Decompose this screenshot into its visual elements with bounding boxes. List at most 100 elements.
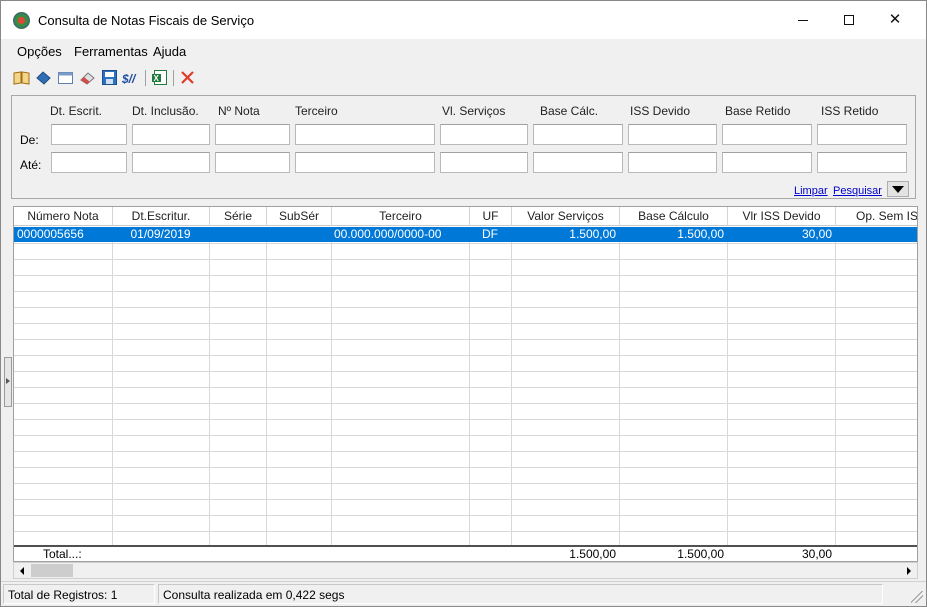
n-nota-to-field[interactable] <box>215 152 290 173</box>
open-book-icon[interactable] <box>13 69 30 86</box>
cell-uf: DF <box>482 227 498 241</box>
totals-base-calculo: 1.500,00 <box>677 547 724 561</box>
cell-serie <box>209 227 266 242</box>
window-icon[interactable] <box>57 69 74 86</box>
table-row[interactable]: 0000005656 01/09/2019 00.000.000/0000-00… <box>14 227 917 242</box>
menu-ferramentas[interactable]: Ferramentas <box>74 44 148 59</box>
header-valor-servicos[interactable]: Valor Serviços <box>512 207 620 226</box>
grid-row-line <box>14 307 917 308</box>
scroll-right-icon[interactable] <box>900 563 917 578</box>
menu-opcoes[interactable]: Opções <box>17 44 62 59</box>
terceiro-to-field[interactable] <box>295 152 435 173</box>
close-red-icon[interactable] <box>179 69 196 86</box>
dt-escrit-from-field[interactable] <box>51 124 127 145</box>
iss-devido-from-field[interactable] <box>628 124 717 145</box>
vl-servicos-to-field[interactable] <box>440 152 528 173</box>
base-calc-from-field[interactable] <box>533 124 623 145</box>
header-base-calculo[interactable]: Base Cálculo <box>620 207 728 226</box>
grid-row-line <box>14 435 917 436</box>
header-numero-nota[interactable]: Número Nota <box>14 207 113 226</box>
toolbar: $// X <box>9 67 309 89</box>
grid-row-line <box>14 323 917 324</box>
cell-numero-nota: 0000005656 <box>17 227 84 241</box>
grid-row-line <box>14 515 917 516</box>
app-icon <box>13 12 30 29</box>
header-subser[interactable]: SubSér <box>267 207 332 226</box>
grid-row-line <box>14 483 917 484</box>
search-link[interactable]: Pesquisar <box>833 185 882 197</box>
filter-label-dt-escrit: Dt. Escrit. <box>50 104 103 118</box>
maximize-button[interactable] <box>826 1 872 39</box>
grid-row-line <box>14 467 917 468</box>
status-query-time: Consulta realizada em 0,422 segs <box>158 584 883 604</box>
toolbar-separator <box>173 70 174 86</box>
header-vlr-iss-devido[interactable]: Vlr ISS Devido <box>728 207 836 226</box>
grid-row-line <box>14 339 917 340</box>
cell-subser <box>266 227 331 242</box>
expand-filters-button[interactable] <box>887 181 909 197</box>
clear-link[interactable]: Limpar <box>794 185 828 197</box>
grid-row-line <box>14 419 917 420</box>
excel-export-icon[interactable]: X <box>151 69 168 86</box>
base-retido-from-field[interactable] <box>722 124 812 145</box>
menu-ajuda[interactable]: Ajuda <box>153 44 186 59</box>
n-nota-from-field[interactable] <box>215 124 290 145</box>
base-retido-to-field[interactable] <box>722 152 812 173</box>
filter-panel: Dt. Escrit. Dt. Inclusão. Nº Nota Tercei… <box>11 95 916 199</box>
dt-inclusao-from-field[interactable] <box>132 124 210 145</box>
grid-row-line <box>14 531 917 532</box>
status-record-count: Total de Registros: 1 <box>3 584 155 604</box>
header-serie[interactable]: Série <box>210 207 267 226</box>
grid-row-line <box>14 243 917 244</box>
grid-row-line <box>14 371 917 372</box>
scroll-left-icon[interactable] <box>14 563 31 578</box>
base-calc-to-field[interactable] <box>533 152 623 173</box>
report-icon[interactable]: $// <box>122 69 139 86</box>
minimize-button[interactable] <box>780 1 826 39</box>
minimize-icon <box>798 19 808 21</box>
svg-text:$//: $// <box>122 72 137 86</box>
menu-bar: Opções Ferramentas Ajuda <box>1 41 926 63</box>
cell-valor-servicos: 1.500,00 <box>569 227 616 241</box>
cell-vlr-iss-devido: 30,00 <box>801 227 832 241</box>
cell-dt-escritur: 01/09/2019 <box>130 227 191 241</box>
filter-label-iss-devido: ISS Devido <box>630 104 691 118</box>
resize-grip-icon[interactable] <box>911 591 923 603</box>
cell-base-calculo: 1.500,00 <box>677 227 724 241</box>
terceiro-from-field[interactable] <box>295 124 435 145</box>
iss-devido-to-field[interactable] <box>628 152 717 173</box>
grid-row-line <box>14 403 917 404</box>
grid-row-line <box>14 355 917 356</box>
header-terceiro[interactable]: Terceiro <box>332 207 470 226</box>
close-button[interactable]: ✕ <box>872 1 918 39</box>
filter-label-base-retido: Base Retido <box>725 104 791 118</box>
cell-op-sem-iss <box>835 227 917 242</box>
grid-row-line <box>14 275 917 276</box>
grid-row-line <box>14 499 917 500</box>
window-title: Consulta de Notas Fiscais de Serviço <box>38 13 255 28</box>
grid-header: Número Nota Dt.Escritur. Série SubSér Te… <box>14 207 917 226</box>
header-uf[interactable]: UF <box>470 207 512 226</box>
scrollbar-thumb[interactable] <box>31 564 73 577</box>
eraser-blue-icon[interactable] <box>35 69 52 86</box>
grid-row-line <box>14 387 917 388</box>
grid-row-line <box>14 291 917 292</box>
iss-retido-from-field[interactable] <box>817 124 907 145</box>
totals-row: Total...: 1.500,00 1.500,00 30,00 <box>14 545 917 561</box>
filter-label-iss-retido: ISS Retido <box>821 104 879 118</box>
eraser-icon[interactable] <box>79 69 96 86</box>
dt-escrit-to-field[interactable] <box>51 152 127 173</box>
dt-inclusao-to-field[interactable] <box>132 152 210 173</box>
vl-servicos-from-field[interactable] <box>440 124 528 145</box>
row-label-from: De: <box>20 133 39 147</box>
side-panel-handle[interactable] <box>4 357 12 407</box>
save-icon[interactable] <box>101 69 118 86</box>
header-op-sem-iss[interactable]: Op. Sem ISS <box>836 207 917 226</box>
results-grid[interactable]: Número Nota Dt.Escritur. Série SubSér Te… <box>13 206 918 562</box>
header-dt-escritur[interactable]: Dt.Escritur. <box>113 207 210 226</box>
totals-iss-devido: 30,00 <box>801 547 832 561</box>
toolbar-separator <box>145 70 146 86</box>
grid-body: 0000005656 01/09/2019 00.000.000/0000-00… <box>14 227 917 547</box>
iss-retido-to-field[interactable] <box>817 152 907 173</box>
horizontal-scrollbar[interactable] <box>13 562 918 579</box>
